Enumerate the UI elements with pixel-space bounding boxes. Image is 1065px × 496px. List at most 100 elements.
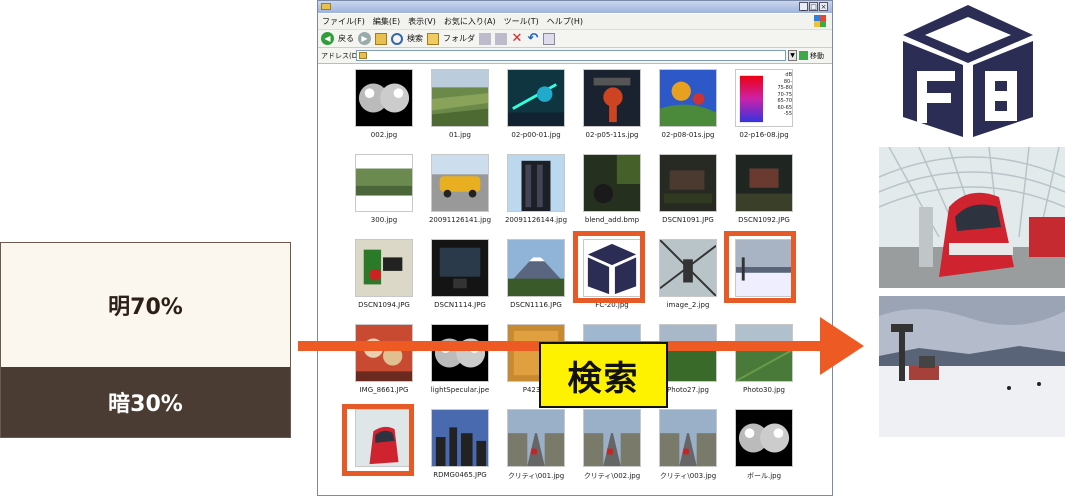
file-item[interactable]: ボール.jpg	[733, 409, 795, 489]
file-thumbnail[interactable]	[507, 409, 565, 467]
undo-icon[interactable]: ↶	[527, 32, 539, 45]
file-item[interactable]: RDMG0465.JPG	[429, 409, 491, 489]
query-swatch: 明70% 暗30%	[0, 242, 291, 438]
file-thumbnail[interactable]	[355, 239, 413, 297]
file-item[interactable]: dB 80- 75-80 70-75 65-70 60-65 -55 02-p16-08.jp…	[733, 69, 795, 149]
delete-icon[interactable]: ✕	[511, 32, 523, 45]
file-item[interactable]: 01.jpg	[429, 69, 491, 149]
file-thumbnail[interactable]	[431, 409, 489, 467]
file-thumbnail[interactable]: dB 80- 75-80 70-75 65-70 60-65 -55	[735, 69, 793, 127]
file-thumbnail[interactable]	[355, 154, 413, 212]
file-item[interactable]: Photo30.jpg	[733, 324, 795, 404]
file-thumbnail[interactable]	[431, 69, 489, 127]
search-badge-label: 検索	[567, 358, 640, 399]
views-icon[interactable]	[543, 32, 555, 45]
file-item[interactable]: 20091126141.jpg	[429, 154, 491, 234]
search-icon[interactable]	[391, 32, 403, 45]
file-item[interactable]: 02-p05-11s.jpg	[581, 69, 643, 149]
address-label: アドレス(D)	[321, 52, 360, 60]
copy-to-icon[interactable]	[495, 32, 507, 45]
up-folder-icon[interactable]	[375, 32, 387, 45]
file-item[interactable]: DSCN1092.JPG	[733, 154, 795, 234]
file-name: 02-p08-01s.jpg	[661, 131, 715, 139]
file-name: 20091126144.jpg	[504, 216, 568, 224]
file-item[interactable]: blend_add.bmp	[581, 154, 643, 234]
file-thumbnail[interactable]	[507, 239, 565, 297]
file-name: 01.jpg	[449, 131, 471, 139]
file-name: RDMG0465.JPG	[433, 471, 487, 479]
file-thumbnail[interactable]	[355, 69, 413, 127]
file-item[interactable]: lightSpecular.jpe	[429, 324, 491, 404]
file-thumbnail[interactable]	[583, 409, 641, 467]
back-arrow-icon[interactable]: ◀	[321, 32, 334, 45]
folder-icon	[359, 52, 367, 59]
move-to-icon[interactable]	[479, 32, 491, 45]
file-item[interactable]: 20091126144.jpg	[505, 154, 567, 234]
back-label[interactable]: 戻る	[338, 33, 354, 44]
folders-icon[interactable]	[427, 32, 439, 45]
search-label[interactable]: 検索	[407, 33, 423, 44]
file-thumbnail[interactable]	[431, 324, 489, 382]
file-item[interactable]: DSCN1114.JPG	[429, 239, 491, 319]
file-thumbnail[interactable]	[507, 154, 565, 212]
file-item[interactable]: クリティ\002.jpg	[581, 409, 643, 489]
menu-help[interactable]: ヘルプ(H)	[547, 16, 583, 27]
menu-bar: ファイル(F) 編集(E) 表示(V) お気に入り(A) ツール(T) ヘルプ(…	[318, 14, 832, 29]
file-name: DSCN1091.JPG	[662, 216, 714, 224]
file-thumbnail[interactable]	[735, 409, 793, 467]
file-name: IMG_8661.JPG	[359, 386, 409, 394]
file-name: 002.jpg	[370, 131, 398, 139]
file-thumbnail[interactable]	[659, 239, 717, 297]
close-button[interactable]: ×	[819, 2, 828, 11]
file-item[interactable]: クリティ\001.jpg	[505, 409, 567, 489]
result-photo-snow	[879, 296, 1065, 437]
file-item[interactable]: 02-p08-01s.jpg	[657, 69, 719, 149]
menu-tools[interactable]: ツール(T)	[504, 16, 539, 27]
file-thumbnail[interactable]	[659, 154, 717, 212]
file-thumbnail[interactable]	[431, 154, 489, 212]
file-item[interactable]: DSCN1091.JPG	[657, 154, 719, 234]
file-name: lightSpecular.jpe	[430, 386, 490, 394]
file-item[interactable]: image_2.jpg	[657, 239, 719, 319]
file-name: DSCN1092.JPG	[738, 216, 790, 224]
file-thumbnail[interactable]	[659, 69, 717, 127]
menu-view[interactable]: 表示(V)	[408, 16, 436, 27]
maximize-button[interactable]: □	[809, 2, 818, 11]
file-item[interactable]: 02-p00-01.jpg	[505, 69, 567, 149]
dark-region: 暗30%	[1, 367, 290, 437]
file-item[interactable]: IMG_8661.JPG	[353, 324, 415, 404]
match-highlight-snow	[724, 231, 796, 303]
file-name: DSCN1114.JPG	[434, 301, 486, 309]
file-name: 20091126141.jpg	[428, 216, 492, 224]
menu-favorites[interactable]: お気に入り(A)	[444, 16, 496, 27]
address-dropdown-icon[interactable]: ▼	[788, 50, 797, 61]
file-thumbnail[interactable]	[583, 69, 641, 127]
file-thumbnail[interactable]	[431, 239, 489, 297]
minimize-button[interactable]: _	[799, 2, 808, 11]
go-arrow-icon	[799, 51, 808, 60]
file-thumbnail[interactable]	[659, 409, 717, 467]
file-item[interactable]: DSCN1094.JPG	[353, 239, 415, 319]
file-thumbnail[interactable]	[735, 154, 793, 212]
arrow-head-icon	[820, 317, 864, 375]
file-name: 02-p16-08.jpg	[739, 131, 789, 139]
search-badge: 検索	[539, 342, 668, 408]
file-name: 02-p05-11s.jpg	[585, 131, 639, 139]
file-item[interactable]: 002.jpg	[353, 69, 415, 149]
file-item[interactable]: クリティ\003.jpg	[657, 409, 719, 489]
file-thumbnail[interactable]	[507, 69, 565, 127]
file-name: クリティ\001.jpg	[507, 472, 565, 480]
file-thumbnail[interactable]	[583, 154, 641, 212]
file-item[interactable]: 300.jpg	[353, 154, 415, 234]
match-highlight-station	[342, 404, 414, 476]
forward-arrow-icon[interactable]: ▶	[358, 32, 371, 45]
menu-edit[interactable]: 編集(E)	[373, 16, 400, 27]
file-name: DSCN1094.JPG	[358, 301, 410, 309]
address-field[interactable]	[356, 50, 786, 61]
file-item[interactable]: DSCN1116.JPG	[505, 239, 567, 319]
folders-label[interactable]: フォルダ	[443, 33, 475, 44]
file-thumbnail[interactable]	[355, 324, 413, 382]
menu-file[interactable]: ファイル(F)	[322, 16, 365, 27]
go-button[interactable]: 移動	[799, 50, 831, 61]
file-thumbnail[interactable]	[735, 324, 793, 382]
